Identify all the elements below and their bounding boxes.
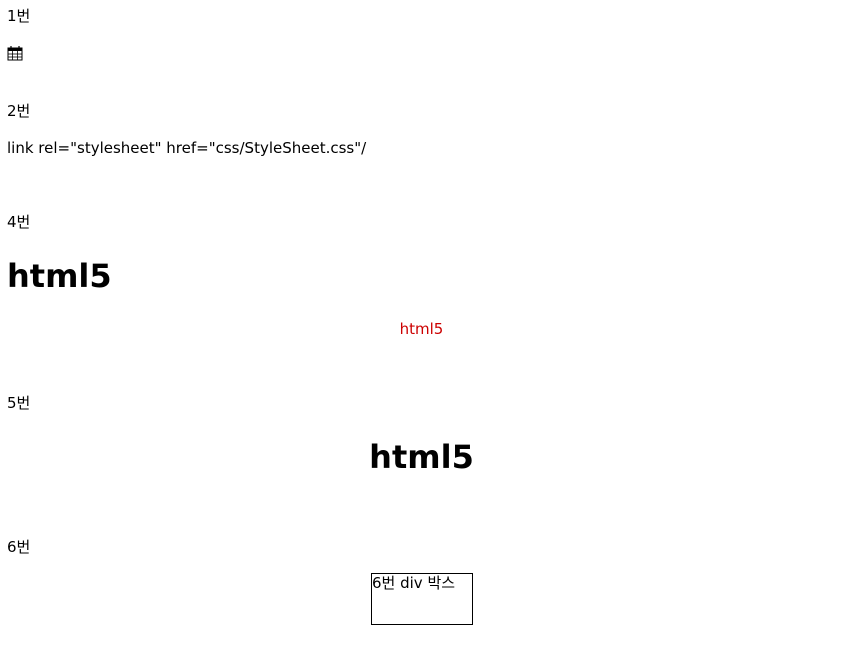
section-5-label: 5번 — [7, 394, 31, 412]
section-5-centered-heading: html5 — [369, 438, 474, 476]
section-1-label: 1번 — [7, 7, 31, 25]
calendar-icon — [7, 45, 23, 61]
section-6-label: 6번 — [7, 538, 31, 556]
section-4-heading: html5 — [7, 257, 112, 295]
section-6-div-box: 6번 div 박스 — [371, 573, 473, 625]
stylesheet-link-text: link rel="stylesheet" href="css/StyleShe… — [7, 139, 367, 157]
section-4-label: 4번 — [7, 213, 31, 231]
section-2-label: 2번 — [7, 102, 31, 120]
section-6-box-text: 6번 div 박스 — [372, 574, 456, 592]
section-4-centered-red-text: html5 — [399, 320, 444, 338]
